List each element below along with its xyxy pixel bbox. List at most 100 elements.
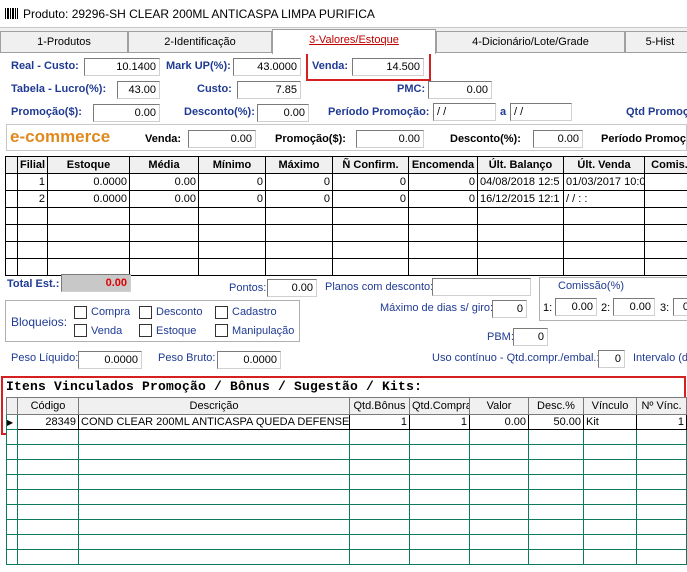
table-cell[interactable]: 0.0000 [47, 173, 130, 191]
column-header[interactable]: Ñ Confirm. [332, 156, 409, 174]
column-header[interactable]: Vínculo [583, 397, 637, 415]
table-row-empty [5, 224, 687, 242]
promocao-label: Promoção($): [11, 106, 82, 118]
real-custo-field[interactable]: 10.1400 [84, 58, 160, 76]
table-cell[interactable]: / / : : [563, 190, 645, 208]
comissao-2-field[interactable]: 0.00 [613, 298, 655, 316]
tab-valores-estoque[interactable]: 3-Valores/Estoque [272, 29, 436, 54]
planos-desconto-field[interactable] [432, 278, 531, 296]
estoque-checkbox[interactable] [139, 324, 152, 337]
column-header[interactable]: Comis. C [644, 156, 687, 174]
table-cell[interactable]: 2 [17, 190, 48, 208]
table-cell[interactable]: 28349 [17, 414, 79, 430]
desconto-checkbox[interactable] [139, 306, 152, 319]
column-header[interactable]: Filial [17, 156, 48, 174]
column-header[interactable]: Máximo [265, 156, 333, 174]
column-header[interactable]: Média [129, 156, 199, 174]
column-header[interactable]: Nº Vínc. [636, 397, 687, 415]
peso-liquido-field[interactable]: 0.0000 [78, 351, 142, 369]
table-row-empty [6, 474, 687, 490]
custo-field[interactable]: 7.85 [237, 81, 301, 99]
row-indicator [5, 190, 18, 208]
comissao-1-field[interactable]: 0.00 [555, 298, 597, 316]
markup-field[interactable]: 43.0000 [233, 58, 301, 76]
table-cell[interactable]: 0.00 [129, 190, 199, 208]
table-row[interactable]: ▶ 28349 COND CLEAR 200ML ANTICASPA QUEDA… [6, 414, 687, 430]
uso-continuo-field[interactable]: 0 [598, 350, 625, 368]
table-cell[interactable]: 0 [265, 173, 333, 191]
table-cell[interactable]: 0 [265, 190, 333, 208]
pmc-field[interactable]: 0.00 [428, 81, 492, 99]
tab-identificacao[interactable]: 2-Identificação [128, 31, 272, 53]
ecommerce-periodo-label: Período Promoç [601, 133, 686, 145]
table-cell[interactable]: 1 [636, 414, 687, 430]
peso-liquido-label: Peso Líquido: [11, 352, 79, 364]
tab-produtos[interactable]: 1-Produtos [0, 31, 128, 53]
tabela-lucro-label: Tabela - Lucro(%): [11, 83, 107, 95]
column-header[interactable]: Valor [469, 397, 529, 415]
table-row[interactable]: 2 0.0000 0.00 0 0 0 0 16/12/2015 12:1 / … [5, 190, 687, 208]
comissao-3-field[interactable]: 0 [673, 298, 687, 316]
table-row[interactable]: 1 0.0000 0.00 0 0 0 0 04/08/2018 12:5 01… [5, 173, 687, 191]
table-cell[interactable]: 0 [332, 173, 409, 191]
column-header[interactable]: Encomenda [408, 156, 478, 174]
peso-bruto-field[interactable]: 0.0000 [217, 351, 281, 369]
column-header[interactable]: Descrição [78, 397, 350, 415]
cadastro-checkbox-label: Cadastro [232, 306, 277, 318]
compra-checkbox[interactable] [74, 306, 87, 319]
markup-label: Mark UP(%): [166, 60, 231, 72]
table-cell[interactable] [644, 173, 687, 191]
table-cell[interactable]: 0.00 [129, 173, 199, 191]
barcode-icon [5, 8, 18, 19]
table-cell[interactable]: 0 [408, 190, 478, 208]
table-cell[interactable]: 1 [17, 173, 48, 191]
table-cell[interactable]: Kit [583, 414, 637, 430]
table-cell[interactable]: 16/12/2015 12:1 [477, 190, 564, 208]
table-cell[interactable]: 1 [409, 414, 470, 430]
table-cell[interactable]: 0 [408, 173, 478, 191]
ecommerce-venda-field[interactable]: 0.00 [188, 130, 256, 148]
table-cell[interactable] [644, 190, 687, 208]
max-dias-field[interactable]: 0 [492, 300, 527, 318]
column-header[interactable]: Desc.% [528, 397, 584, 415]
table-cell[interactable]: 0 [332, 190, 409, 208]
comissao-1-label: 1: [543, 302, 553, 314]
column-header[interactable]: Qtd.Compra [409, 397, 470, 415]
table-cell[interactable]: 1 [349, 414, 410, 430]
pbm-field[interactable]: 0 [513, 328, 548, 346]
column-header[interactable]: Estoque [47, 156, 130, 174]
total-est-field: 0.00 [61, 274, 131, 292]
column-header[interactable]: Qtd.Bônus [349, 397, 410, 415]
cadastro-checkbox[interactable] [215, 306, 228, 319]
table-cell[interactable]: 0 [198, 190, 266, 208]
stock-table: Filial Estoque Média Mínimo Máximo Ñ Con… [5, 156, 687, 276]
promocao-field[interactable]: 0.00 [93, 104, 160, 122]
table-cell[interactable]: 0.0000 [47, 190, 130, 208]
tab-dicionario[interactable]: 4-Dicionário/Lote/Grade [436, 31, 625, 53]
ecommerce-desconto-field[interactable]: 0.00 [533, 130, 583, 148]
table-cell[interactable]: 50.00 [528, 414, 584, 430]
table-row-empty [5, 241, 687, 259]
table-cell[interactable]: 01/03/2017 10:0 [563, 173, 645, 191]
column-header[interactable]: Últ. Venda [563, 156, 645, 174]
desconto-field[interactable]: 0.00 [257, 104, 309, 122]
column-header[interactable]: Últ. Balanço [477, 156, 564, 174]
table-cell[interactable]: 0.00 [469, 414, 529, 430]
column-header[interactable]: Mínimo [198, 156, 266, 174]
pontos-field[interactable]: 0.00 [267, 279, 317, 297]
tabela-lucro-field[interactable]: 43.00 [117, 81, 160, 99]
periodo-ate-field[interactable]: / / [510, 103, 572, 121]
table-cell[interactable]: 04/08/2018 12:5 [477, 173, 564, 191]
qtd-promocao-label: Qtd Promoç [626, 106, 687, 118]
table-cell[interactable]: COND CLEAR 200ML ANTICASPA QUEDA DEFENSE [78, 414, 350, 430]
column-header[interactable]: Código [17, 397, 79, 415]
tab-historico[interactable]: 5-Hist [625, 31, 687, 53]
compra-checkbox-label: Compra [91, 306, 131, 318]
pontos-label: Pontos: [229, 282, 267, 294]
ecommerce-promocao-field[interactable]: 0.00 [356, 130, 424, 148]
venda-checkbox[interactable] [74, 324, 87, 337]
periodo-de-field[interactable]: / / [433, 103, 496, 121]
table-cell[interactable]: 0 [198, 173, 266, 191]
desconto-checkbox-label: Desconto [156, 306, 203, 318]
manipulacao-checkbox[interactable] [215, 324, 228, 337]
